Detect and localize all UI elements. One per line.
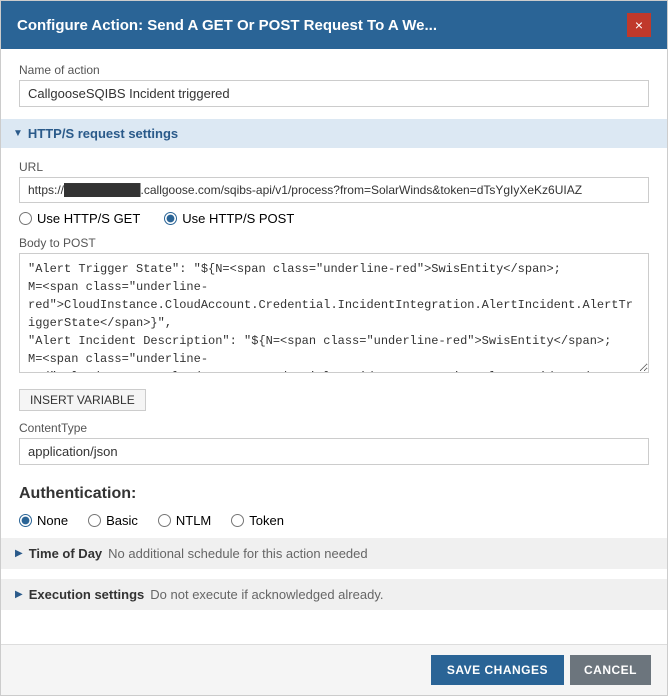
radio-get[interactable]	[19, 212, 32, 225]
auth-basic-radio[interactable]	[88, 514, 101, 527]
auth-none-text: None	[37, 513, 68, 528]
action-name-label: Name of action	[19, 63, 649, 77]
time-of-day-label: Time of Day	[29, 546, 102, 561]
modal-close-button[interactable]: ×	[627, 13, 651, 37]
auth-none-label[interactable]: None	[19, 513, 68, 528]
body-field: Body to POST "Alert Trigger State": "${N…	[19, 236, 649, 376]
url-input[interactable]	[19, 177, 649, 203]
radio-post-text: Use HTTP/S POST	[182, 211, 294, 226]
modal-header: Configure Action: Send A GET Or POST Req…	[1, 1, 667, 49]
modal-footer: SAVE CHANGES CANCEL	[1, 644, 667, 695]
url-label: URL	[19, 160, 649, 174]
auth-ntlm-text: NTLM	[176, 513, 211, 528]
auth-token-text: Token	[249, 513, 284, 528]
http-section-header: ▼ HTTP/S request settings	[1, 119, 667, 148]
action-name-field: Name of action	[19, 63, 649, 107]
auth-title: Authentication:	[19, 485, 649, 503]
content-type-input[interactable]	[19, 438, 649, 465]
radio-post-label[interactable]: Use HTTP/S POST	[164, 211, 294, 226]
body-textarea[interactable]: "Alert Trigger State": "${N=<span class=…	[19, 253, 649, 373]
execution-label: Execution settings	[29, 587, 145, 602]
save-changes-button[interactable]: SAVE CHANGES	[431, 655, 564, 685]
execution-triangle-icon: ▶	[15, 589, 23, 600]
auth-radio-group: None Basic NTLM Token	[19, 513, 649, 528]
auth-basic-label[interactable]: Basic	[88, 513, 138, 528]
insert-variable-row: INSERT VARIABLE	[19, 384, 649, 411]
radio-get-text: Use HTTP/S GET	[37, 211, 140, 226]
auth-token-radio[interactable]	[231, 514, 244, 527]
time-of-day-section[interactable]: ▶ Time of Day No additional schedule for…	[1, 538, 667, 569]
auth-ntlm-label[interactable]: NTLM	[158, 513, 211, 528]
body-label: Body to POST	[19, 236, 649, 250]
modal-title: Configure Action: Send A GET Or POST Req…	[17, 17, 437, 34]
content-type-field: ContentType	[19, 421, 649, 465]
modal-body: Name of action ▼ HTTP/S request settings…	[1, 49, 667, 634]
http-method-group: Use HTTP/S GET Use HTTP/S POST	[19, 211, 649, 226]
url-field: URL	[19, 160, 649, 203]
radio-get-label[interactable]: Use HTTP/S GET	[19, 211, 140, 226]
http-section-label: HTTP/S request settings	[28, 126, 178, 141]
action-name-input[interactable]	[19, 80, 649, 107]
auth-none-radio[interactable]	[19, 514, 32, 527]
auth-token-label[interactable]: Token	[231, 513, 284, 528]
radio-post[interactable]	[164, 212, 177, 225]
auth-basic-text: Basic	[106, 513, 138, 528]
time-of-day-triangle-icon: ▶	[15, 548, 23, 559]
configure-action-modal: Configure Action: Send A GET Or POST Req…	[0, 0, 668, 696]
collapse-triangle-icon: ▼	[13, 128, 23, 139]
time-of-day-text: No additional schedule for this action n…	[108, 546, 367, 561]
auth-ntlm-radio[interactable]	[158, 514, 171, 527]
content-type-label: ContentType	[19, 421, 649, 435]
cancel-button[interactable]: CANCEL	[570, 655, 651, 685]
execution-section[interactable]: ▶ Execution settings Do not execute if a…	[1, 579, 667, 610]
insert-variable-button[interactable]: INSERT VARIABLE	[19, 389, 146, 411]
auth-section: Authentication: None Basic NTLM Token	[19, 479, 649, 528]
execution-text: Do not execute if acknowledged already.	[150, 587, 383, 602]
